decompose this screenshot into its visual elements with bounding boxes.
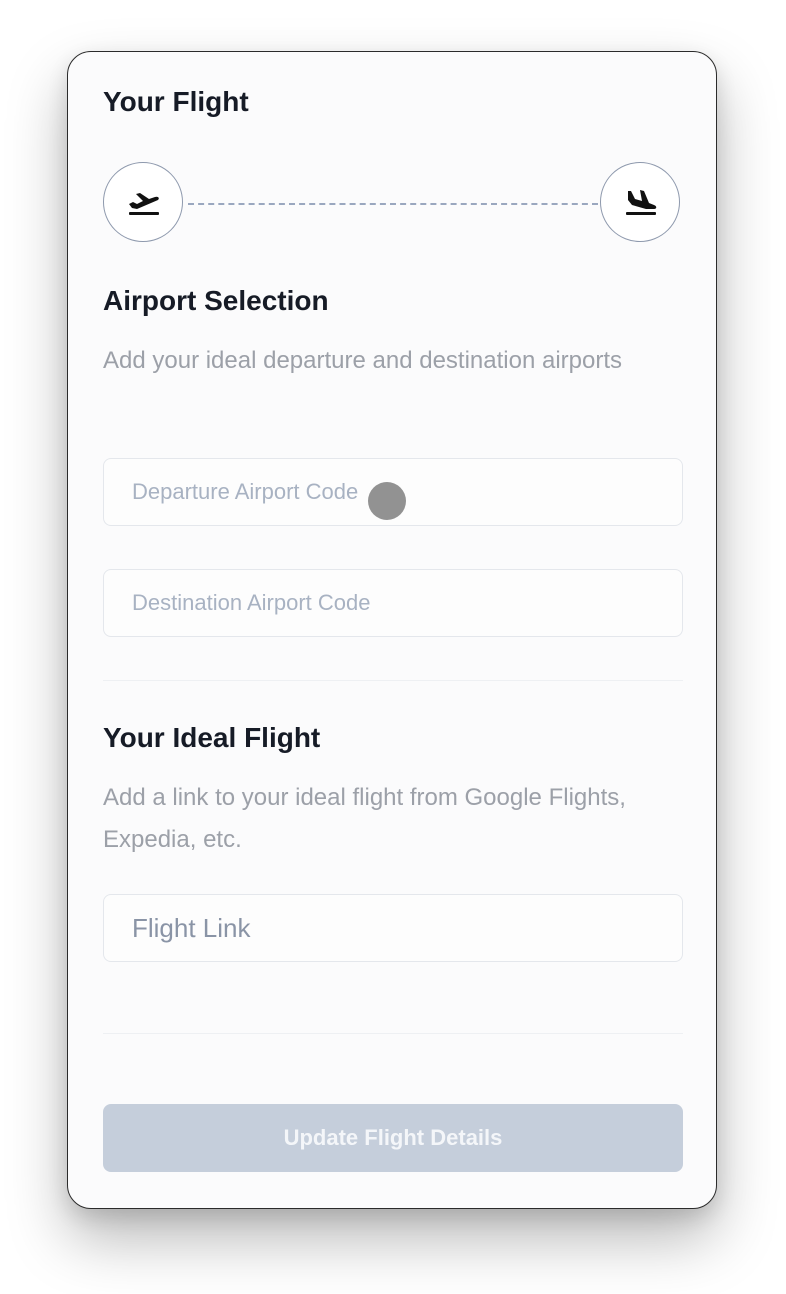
flight-link-input[interactable] (103, 894, 683, 962)
airport-selection-description: Add your ideal departure and destination… (103, 347, 622, 374)
departure-airport-badge (103, 162, 183, 242)
arrival-airport-badge (600, 162, 680, 242)
section-divider (103, 680, 683, 681)
airplane-landing-icon (626, 190, 657, 215)
ideal-flight-title: Your Ideal Flight (103, 722, 321, 753)
section-divider (103, 1033, 683, 1034)
update-flight-details-button[interactable]: Update Flight Details (103, 1104, 683, 1172)
route-dashed-line (188, 203, 598, 205)
airport-selection-title: Airport Selection (103, 285, 329, 316)
ideal-flight-description: Add a link to your ideal flight from Goo… (103, 784, 626, 853)
phone-screen: Your Flight Airport Selection Add your i… (67, 51, 717, 1209)
touch-pointer-indicator (368, 482, 406, 520)
destination-airport-input[interactable] (103, 569, 683, 637)
airplane-takeoff-icon (129, 193, 159, 215)
page-title: Your Flight (103, 86, 249, 117)
